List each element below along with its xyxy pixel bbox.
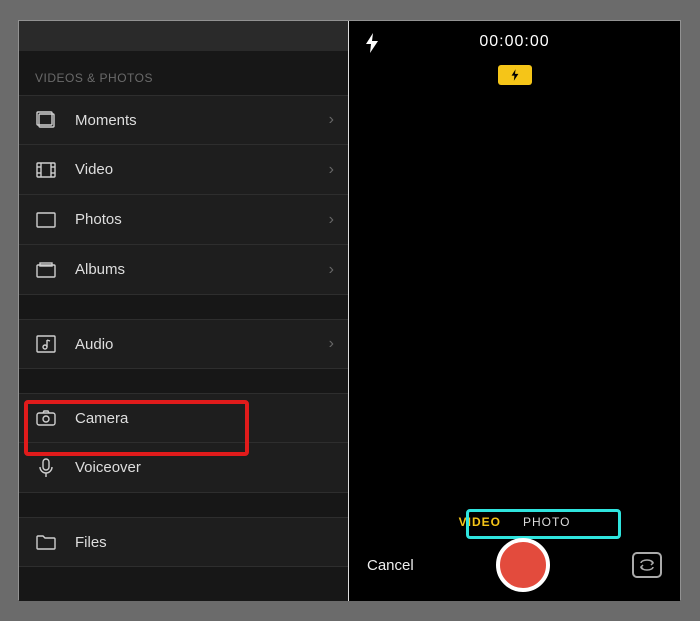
row-files[interactable]: Files (19, 517, 348, 567)
moments-icon (35, 109, 57, 131)
video-icon (35, 159, 57, 181)
photos-icon (35, 209, 57, 231)
panel-header-bar (19, 21, 348, 51)
section-gap (19, 295, 348, 319)
albums-icon (35, 259, 57, 281)
row-label: Files (75, 534, 334, 551)
mode-photo[interactable]: PHOTO (523, 515, 570, 529)
mode-video[interactable]: VIDEO (459, 515, 501, 529)
row-label: Moments (75, 112, 329, 129)
row-label: Camera (75, 410, 334, 427)
camera-bottom-bar: Cancel (349, 529, 680, 601)
microphone-icon (35, 457, 57, 479)
app-frame: VIDEOS & PHOTOS Moments › Video › Photos… (18, 20, 681, 600)
row-voiceover[interactable]: Voiceover (19, 443, 348, 493)
recording-timer: 00:00:00 (479, 33, 549, 51)
row-label: Albums (75, 261, 329, 278)
camera-icon (35, 407, 57, 429)
chevron-right-icon: › (329, 335, 334, 353)
capture-mode-selector[interactable]: VIDEO PHOTO (459, 515, 571, 529)
row-video[interactable]: Video › (19, 145, 348, 195)
switch-camera-button[interactable] (632, 552, 662, 578)
row-label: Voiceover (75, 459, 334, 476)
row-camera[interactable]: Camera (19, 393, 348, 443)
row-label: Audio (75, 336, 329, 353)
row-label: Video (75, 161, 329, 178)
chevron-right-icon: › (329, 261, 334, 279)
camera-top-bar: 00:00:00 (349, 33, 680, 51)
row-audio[interactable]: Audio › (19, 319, 348, 369)
chevron-right-icon: › (329, 161, 334, 179)
camera-viewfinder: 00:00:00 VIDEO PHOTO Cancel (349, 21, 680, 601)
chevron-right-icon: › (329, 111, 334, 129)
folder-icon (35, 531, 57, 553)
flash-on-badge (498, 65, 532, 85)
row-label: Photos (75, 211, 329, 228)
section-gap (19, 369, 348, 393)
section-gap (19, 493, 348, 517)
audio-icon (35, 333, 57, 355)
flash-toggle-icon[interactable] (365, 33, 379, 53)
record-button[interactable] (496, 538, 550, 592)
row-albums[interactable]: Albums › (19, 245, 348, 295)
cancel-button[interactable]: Cancel (367, 557, 414, 574)
row-moments[interactable]: Moments › (19, 95, 348, 145)
section-label-videos-photos: VIDEOS & PHOTOS (19, 51, 348, 95)
media-source-panel: VIDEOS & PHOTOS Moments › Video › Photos… (19, 21, 349, 601)
row-photos[interactable]: Photos › (19, 195, 348, 245)
chevron-right-icon: › (329, 211, 334, 229)
